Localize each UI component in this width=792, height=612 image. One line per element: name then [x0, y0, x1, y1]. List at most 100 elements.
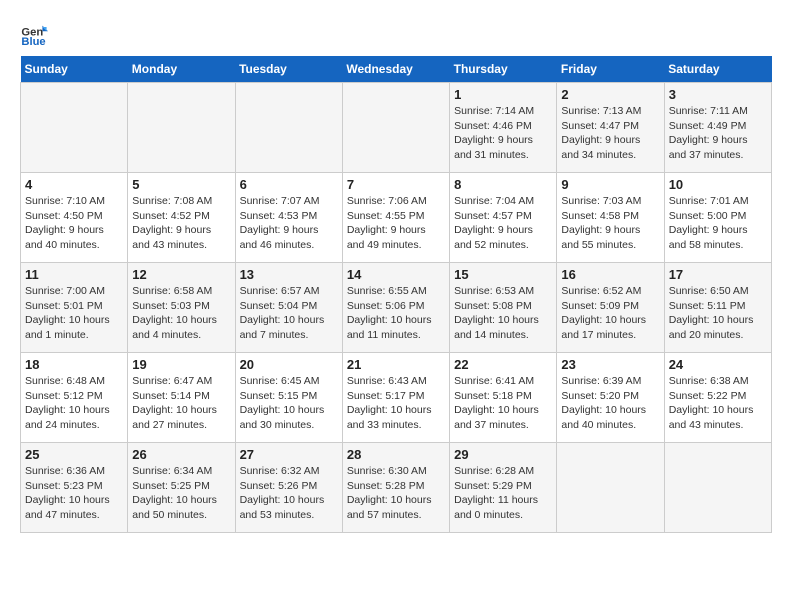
- calendar-cell: 18 Sunrise: 6:48 AM Sunset: 5:12 PM Dayli…: [21, 353, 128, 443]
- day-number: 3: [669, 87, 767, 102]
- calendar-cell: 15 Sunrise: 6:53 AM Sunset: 5:08 PM Dayli…: [450, 263, 557, 353]
- calendar-cell: 28Sunrise: 6:30 AM Sunset: 5:28 PM Dayli…: [342, 443, 449, 533]
- day-info: Sunrise: 6:52 AM Sunset: 5:09 PM Dayligh…: [561, 284, 659, 343]
- calendar-cell: 9 Sunrise: 7:03 AM Sunset: 4:58 PM Daylig…: [557, 173, 664, 263]
- calendar-cell: 10 Sunrise: 7:01 AM Sunset: 5:00 PM Dayli…: [664, 173, 771, 263]
- header-sunday: Sunday: [21, 56, 128, 83]
- day-number: 16: [561, 267, 659, 282]
- day-info: Sunrise: 6:34 AM Sunset: 5:25 PM Dayligh…: [132, 464, 230, 523]
- calendar-cell: 26 Sunrise: 6:34 AM Sunset: 5:25 PM Dayli…: [128, 443, 235, 533]
- svg-text:Blue: Blue: [21, 36, 45, 48]
- calendar-cell: 22Sunrise: 6:41 AM Sunset: 5:18 PM Dayli…: [450, 353, 557, 443]
- day-number: 12: [132, 267, 230, 282]
- calendar-cell: 6 Sunrise: 7:07 AM Sunset: 4:53 PM Daylig…: [235, 173, 342, 263]
- day-info: Sunrise: 6:38 AM Sunset: 5:22 PM Dayligh…: [669, 374, 767, 433]
- day-info: Sunrise: 6:30 AM Sunset: 5:28 PM Dayligh…: [347, 464, 445, 523]
- logo-icon: Gen Blue: [20, 20, 48, 48]
- calendar-cell: 19Sunrise: 6:47 AM Sunset: 5:14 PM Dayli…: [128, 353, 235, 443]
- day-number: 15: [454, 267, 552, 282]
- day-number: 29: [454, 447, 552, 462]
- day-number: 24: [669, 357, 767, 372]
- calendar-cell: 7 Sunrise: 7:06 AM Sunset: 4:55 PM Daylig…: [342, 173, 449, 263]
- day-number: 26: [132, 447, 230, 462]
- day-number: 9: [561, 177, 659, 192]
- header-saturday: Saturday: [664, 56, 771, 83]
- day-number: 10: [669, 177, 767, 192]
- calendar-week-row: 25Sunrise: 6:36 AM Sunset: 5:23 PM Dayli…: [21, 443, 772, 533]
- calendar-cell: [557, 443, 664, 533]
- day-info: Sunrise: 7:10 AM Sunset: 4:50 PM Dayligh…: [25, 194, 123, 253]
- calendar-week-row: 18 Sunrise: 6:48 AM Sunset: 5:12 PM Dayli…: [21, 353, 772, 443]
- day-info: Sunrise: 7:14 AM Sunset: 4:46 PM Dayligh…: [454, 104, 552, 163]
- day-info: Sunrise: 6:39 AM Sunset: 5:20 PM Dayligh…: [561, 374, 659, 433]
- calendar-table: SundayMondayTuesdayWednesdayThursdayFrid…: [20, 56, 772, 533]
- calendar-cell: 16 Sunrise: 6:52 AM Sunset: 5:09 PM Dayli…: [557, 263, 664, 353]
- calendar-cell: 1Sunrise: 7:14 AM Sunset: 4:46 PM Daylig…: [450, 83, 557, 173]
- day-number: 7: [347, 177, 445, 192]
- day-number: 27: [240, 447, 338, 462]
- day-info: Sunrise: 6:50 AM Sunset: 5:11 PM Dayligh…: [669, 284, 767, 343]
- day-number: 2: [561, 87, 659, 102]
- day-number: 8: [454, 177, 552, 192]
- calendar-cell: 21 Sunrise: 6:43 AM Sunset: 5:17 PM Dayli…: [342, 353, 449, 443]
- day-number: 17: [669, 267, 767, 282]
- day-info: Sunrise: 6:53 AM Sunset: 5:08 PM Dayligh…: [454, 284, 552, 343]
- day-info: Sunrise: 6:32 AM Sunset: 5:26 PM Dayligh…: [240, 464, 338, 523]
- calendar-cell: 25Sunrise: 6:36 AM Sunset: 5:23 PM Dayli…: [21, 443, 128, 533]
- day-info: Sunrise: 7:01 AM Sunset: 5:00 PM Dayligh…: [669, 194, 767, 253]
- calendar-cell: [235, 83, 342, 173]
- day-number: 25: [25, 447, 123, 462]
- day-info: Sunrise: 6:57 AM Sunset: 5:04 PM Dayligh…: [240, 284, 338, 343]
- calendar-week-row: 4 Sunrise: 7:10 AM Sunset: 4:50 PM Daylig…: [21, 173, 772, 263]
- day-info: Sunrise: 7:08 AM Sunset: 4:52 PM Dayligh…: [132, 194, 230, 253]
- day-number: 21: [347, 357, 445, 372]
- header-friday: Friday: [557, 56, 664, 83]
- calendar-cell: 24 Sunrise: 6:38 AM Sunset: 5:22 PM Dayli…: [664, 353, 771, 443]
- day-info: Sunrise: 6:55 AM Sunset: 5:06 PM Dayligh…: [347, 284, 445, 343]
- day-info: Sunrise: 7:00 AM Sunset: 5:01 PM Dayligh…: [25, 284, 123, 343]
- day-number: 4: [25, 177, 123, 192]
- calendar-cell: [21, 83, 128, 173]
- calendar-cell: 2 Sunrise: 7:13 AM Sunset: 4:47 PM Daylig…: [557, 83, 664, 173]
- calendar-cell: 12 Sunrise: 6:58 AM Sunset: 5:03 PM Dayli…: [128, 263, 235, 353]
- day-info: Sunrise: 6:45 AM Sunset: 5:15 PM Dayligh…: [240, 374, 338, 433]
- day-info: Sunrise: 7:07 AM Sunset: 4:53 PM Dayligh…: [240, 194, 338, 253]
- header-wednesday: Wednesday: [342, 56, 449, 83]
- day-info: Sunrise: 7:11 AM Sunset: 4:49 PM Dayligh…: [669, 104, 767, 163]
- calendar-cell: 3 Sunrise: 7:11 AM Sunset: 4:49 PM Daylig…: [664, 83, 771, 173]
- logo: Gen Blue: [20, 20, 52, 48]
- day-info: Sunrise: 7:13 AM Sunset: 4:47 PM Dayligh…: [561, 104, 659, 163]
- day-number: 18: [25, 357, 123, 372]
- day-info: Sunrise: 6:58 AM Sunset: 5:03 PM Dayligh…: [132, 284, 230, 343]
- calendar-cell: 20 Sunrise: 6:45 AM Sunset: 5:15 PM Dayli…: [235, 353, 342, 443]
- calendar-cell: 23 Sunrise: 6:39 AM Sunset: 5:20 PM Dayli…: [557, 353, 664, 443]
- calendar-cell: 5 Sunrise: 7:08 AM Sunset: 4:52 PM Daylig…: [128, 173, 235, 263]
- day-number: 5: [132, 177, 230, 192]
- calendar-cell: 17 Sunrise: 6:50 AM Sunset: 5:11 PM Dayli…: [664, 263, 771, 353]
- calendar-cell: 29 Sunrise: 6:28 AM Sunset: 5:29 PM Dayli…: [450, 443, 557, 533]
- calendar-cell: [664, 443, 771, 533]
- calendar-cell: 27 Sunrise: 6:32 AM Sunset: 5:26 PM Dayli…: [235, 443, 342, 533]
- day-number: 20: [240, 357, 338, 372]
- day-info: Sunrise: 6:41 AM Sunset: 5:18 PM Dayligh…: [454, 374, 552, 433]
- day-number: 6: [240, 177, 338, 192]
- day-info: Sunrise: 7:03 AM Sunset: 4:58 PM Dayligh…: [561, 194, 659, 253]
- day-number: 23: [561, 357, 659, 372]
- day-info: Sunrise: 7:06 AM Sunset: 4:55 PM Dayligh…: [347, 194, 445, 253]
- day-info: Sunrise: 7:04 AM Sunset: 4:57 PM Dayligh…: [454, 194, 552, 253]
- day-number: 19: [132, 357, 230, 372]
- day-number: 11: [25, 267, 123, 282]
- page-header: Gen Blue: [20, 16, 772, 48]
- day-number: 14: [347, 267, 445, 282]
- day-info: Sunrise: 6:28 AM Sunset: 5:29 PM Dayligh…: [454, 464, 552, 523]
- calendar-cell: 14 Sunrise: 6:55 AM Sunset: 5:06 PM Dayli…: [342, 263, 449, 353]
- day-info: Sunrise: 6:43 AM Sunset: 5:17 PM Dayligh…: [347, 374, 445, 433]
- calendar-cell: 13Sunrise: 6:57 AM Sunset: 5:04 PM Dayli…: [235, 263, 342, 353]
- calendar-week-row: 1Sunrise: 7:14 AM Sunset: 4:46 PM Daylig…: [21, 83, 772, 173]
- calendar-cell: 11 Sunrise: 7:00 AM Sunset: 5:01 PM Dayli…: [21, 263, 128, 353]
- header-monday: Monday: [128, 56, 235, 83]
- calendar-cell: [342, 83, 449, 173]
- calendar-cell: [128, 83, 235, 173]
- calendar-cell: 8 Sunrise: 7:04 AM Sunset: 4:57 PM Daylig…: [450, 173, 557, 263]
- day-info: Sunrise: 6:48 AM Sunset: 5:12 PM Dayligh…: [25, 374, 123, 433]
